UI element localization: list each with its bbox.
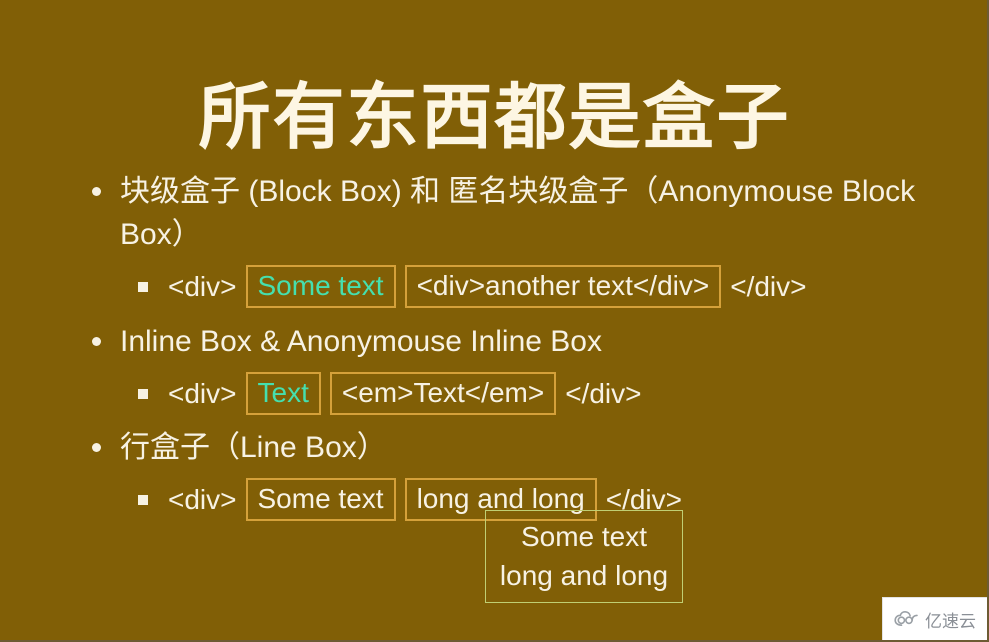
bullet-label: 行盒子（Line Box） <box>120 431 387 464</box>
code-open-tag: <div> <box>168 377 237 409</box>
bullet-square-icon <box>138 494 148 505</box>
bullet-item-block-box: 块级盒子 (Block Box) 和 匿名块级盒子（Anonymouse Blo… <box>0 170 987 256</box>
cloud-icon <box>894 611 920 627</box>
sub-bullet-inline-box-example: <div> Text <em>Text</em> </div> <box>0 372 987 415</box>
watermark: 亿速云 <box>882 597 987 640</box>
code-open-tag: <div> <box>168 483 237 515</box>
child-inline-box: <em>Text</em> <box>329 372 557 415</box>
bullet-dot-icon <box>92 337 101 346</box>
code-open-tag: <div> <box>168 270 237 302</box>
code-close-tag: </div> <box>565 377 642 409</box>
bullet-label: 块级盒子 (Block Box) 和 匿名块级盒子（Anonymouse Blo… <box>120 175 916 251</box>
page-title: 所有东西都是盒子 <box>198 74 791 159</box>
bullet-square-icon <box>138 388 148 399</box>
anonymous-block-box: Some text <box>245 265 396 308</box>
bullet-item-line-box: 行盒子（Line Box） <box>0 426 987 469</box>
sub-bullet-block-box-example: <div> Some text <div>another text</div> … <box>0 265 987 308</box>
bullet-dot-icon <box>92 443 101 452</box>
code-close-tag: </div> <box>730 270 807 302</box>
slide-canvas: 所有东西都是盒子 块级盒子 (Block Box) 和 匿名块级盒子（Anony… <box>0 0 989 642</box>
bullet-square-icon <box>138 281 148 292</box>
line-box-illustration-line-1: Some text <box>520 521 648 552</box>
line-box-illustration-line-2: long and long <box>499 560 669 591</box>
bullet-dot-icon <box>92 187 101 196</box>
child-block-box: <div>another text</div> <box>404 265 722 308</box>
bullet-label: Inline Box & Anonymouse Inline Box <box>120 325 602 358</box>
line-box-first: Some text <box>245 478 396 521</box>
bullet-list: 块级盒子 (Block Box) 和 匿名块级盒子（Anonymouse Blo… <box>0 170 987 521</box>
line-box-illustration: Some text long and long <box>485 510 683 603</box>
anonymous-inline-box: Text <box>245 372 321 415</box>
watermark-label: 亿速云 <box>925 611 976 632</box>
bullet-item-inline-box: Inline Box & Anonymouse Inline Box <box>0 320 987 363</box>
